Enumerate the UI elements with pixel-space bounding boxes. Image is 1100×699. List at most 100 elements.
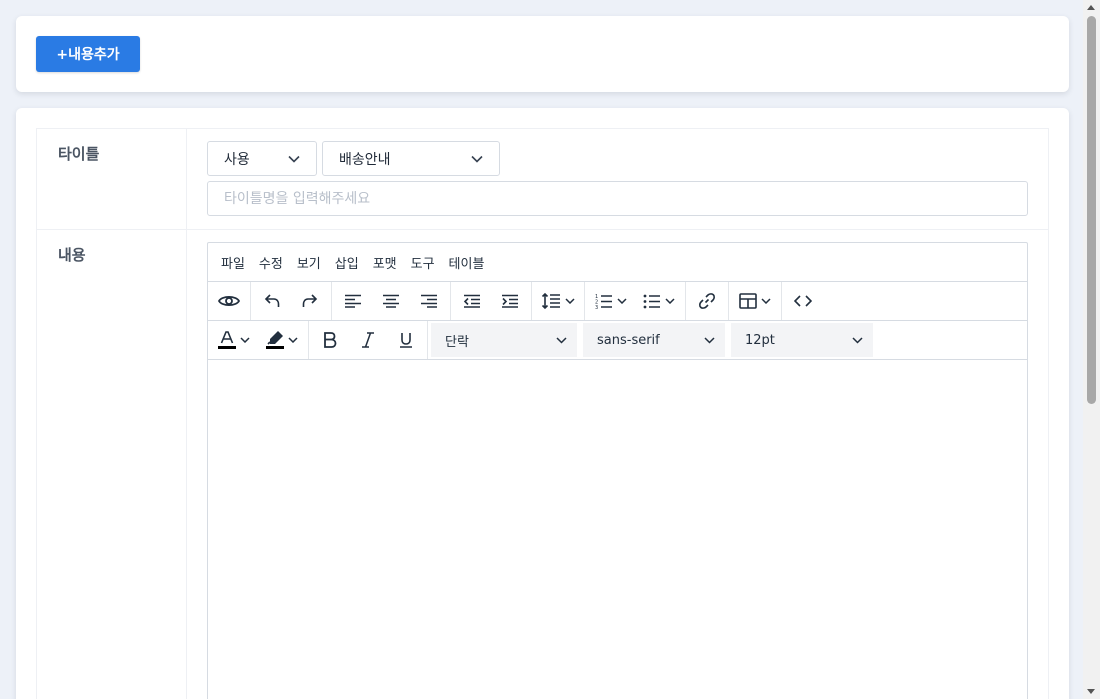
chevron-down-icon: [761, 298, 771, 304]
text-color-icon: [218, 331, 236, 349]
editor-toolbar-secondary: 단락 sans-serif 12pt: [208, 321, 1027, 360]
bold-icon: [324, 332, 337, 348]
numbered-list-button[interactable]: 123: [587, 284, 635, 318]
table-button[interactable]: [731, 284, 779, 318]
editor-menubar: 파일 수정 보기 삽입 포맷 도구 테이블: [208, 243, 1027, 282]
redo-icon: [302, 294, 318, 307]
align-center-button[interactable]: [372, 284, 410, 318]
menu-tools[interactable]: 도구: [404, 253, 442, 272]
editor-content-area[interactable]: [208, 361, 1027, 699]
font-family-value: sans-serif: [597, 332, 660, 348]
source-code-button[interactable]: [784, 284, 822, 318]
menu-table[interactable]: 테이블: [442, 253, 492, 272]
align-left-icon: [345, 294, 361, 308]
add-content-button[interactable]: +내용추가: [36, 36, 140, 72]
block-format-value: 단락: [445, 334, 469, 350]
text-color-button[interactable]: [210, 323, 258, 357]
menu-insert[interactable]: 삽입: [328, 253, 366, 272]
toolbar-group-preview: [208, 282, 251, 320]
chevron-down-icon: [288, 337, 298, 343]
type-select[interactable]: 배송안내: [322, 141, 500, 176]
editor-toolbar-primary: 123: [208, 282, 1027, 321]
menu-view[interactable]: 보기: [290, 253, 328, 272]
content-row-content: 파일 수정 보기 삽입 포맷 도구 테이블 1 2 3 단락 sans-seri…: [187, 230, 1048, 699]
toolbar-group-colors: [208, 321, 309, 359]
chevron-down-icon: [665, 298, 675, 304]
link-icon: [699, 293, 715, 309]
bullet-list-icon: [643, 294, 660, 309]
outdent-icon: [463, 294, 480, 308]
chevron-down-icon: [240, 337, 250, 343]
redo-button[interactable]: [291, 284, 329, 318]
top-action-card: +내용추가: [16, 16, 1069, 92]
toolbar-group-lineheight: [532, 282, 585, 320]
use-select-value: 사용: [224, 151, 250, 168]
chevron-down-icon: [617, 298, 627, 304]
font-family-select[interactable]: sans-serif: [583, 323, 725, 357]
table-icon: [739, 293, 757, 309]
underline-button[interactable]: [387, 323, 425, 357]
toolbar-group-table: [729, 282, 782, 320]
bold-button[interactable]: [311, 323, 349, 357]
bullet-list-button[interactable]: [635, 284, 683, 318]
highlight-color-icon: [266, 331, 284, 349]
undo-icon: [264, 294, 280, 307]
page-scrollbar[interactable]: [1083, 0, 1100, 699]
preview-button[interactable]: [210, 284, 248, 318]
menu-edit[interactable]: 수정: [252, 253, 290, 272]
line-height-button[interactable]: [534, 284, 582, 318]
link-button[interactable]: [688, 284, 726, 318]
numbered-list-icon: 123: [595, 294, 612, 309]
italic-icon: [362, 332, 374, 348]
highlight-color-swatch: [266, 346, 284, 349]
indent-button[interactable]: [491, 284, 529, 318]
align-left-button[interactable]: [334, 284, 372, 318]
align-center-icon: [383, 294, 399, 308]
svg-text:3: 3: [595, 305, 598, 309]
preview-icon: [217, 295, 241, 307]
menu-file[interactable]: 파일: [214, 253, 252, 272]
indent-icon: [502, 294, 518, 308]
block-format-select[interactable]: 단락: [431, 323, 577, 357]
title-input[interactable]: [207, 181, 1028, 216]
source-code-icon: [794, 295, 812, 307]
scrollbar-thumb[interactable]: [1087, 16, 1096, 404]
underline-icon: [400, 333, 412, 348]
form-card: 타이틀 사용 배송안내 내용: [16, 108, 1069, 699]
title-selects: 사용 배송안내: [207, 141, 1028, 176]
chevron-down-icon: [852, 336, 863, 344]
content-row: 내용 파일 수정 보기 삽입 포맷 도구 테이블 1 2 3 단락 sans-s…: [37, 230, 1048, 699]
chevron-down-icon: [471, 155, 483, 163]
font-size-select[interactable]: 12pt: [731, 323, 873, 357]
title-row: 타이틀 사용 배송안내: [37, 129, 1048, 230]
highlight-color-button[interactable]: [258, 323, 306, 357]
line-height-icon: [541, 292, 560, 310]
text-color-swatch: [218, 346, 236, 349]
font-size-value: 12pt: [745, 332, 775, 348]
menu-format[interactable]: 포맷: [366, 253, 404, 272]
outdent-button[interactable]: [453, 284, 491, 318]
undo-button[interactable]: [253, 284, 291, 318]
chevron-down-icon: [565, 298, 575, 304]
align-right-icon: [421, 294, 437, 308]
rich-text-editor: 파일 수정 보기 삽입 포맷 도구 테이블 1 2 3 단락 sans-seri…: [207, 242, 1028, 699]
toolbar-group-code: [782, 282, 824, 320]
toolbar-group-indent: [451, 282, 532, 320]
chevron-down-icon: [704, 336, 715, 344]
title-row-content: 사용 배송안내: [187, 129, 1048, 229]
title-label: 타이틀: [37, 129, 187, 229]
italic-button[interactable]: [349, 323, 387, 357]
align-right-button[interactable]: [410, 284, 448, 318]
use-select[interactable]: 사용: [207, 141, 317, 176]
chevron-down-icon: [288, 155, 300, 163]
chevron-down-icon: [556, 336, 567, 344]
toolbar-group-link: [686, 282, 729, 320]
type-select-value: 배송안내: [339, 151, 391, 168]
content-label: 내용: [37, 230, 187, 699]
toolbar-group-formatting: [309, 321, 428, 359]
toolbar-group-history: [251, 282, 332, 320]
scroll-up-icon[interactable]: [1087, 5, 1095, 10]
form-table: 타이틀 사용 배송안내 내용: [36, 128, 1049, 699]
scroll-down-icon[interactable]: [1087, 689, 1095, 694]
toolbar-group-lists: 123: [585, 282, 686, 320]
